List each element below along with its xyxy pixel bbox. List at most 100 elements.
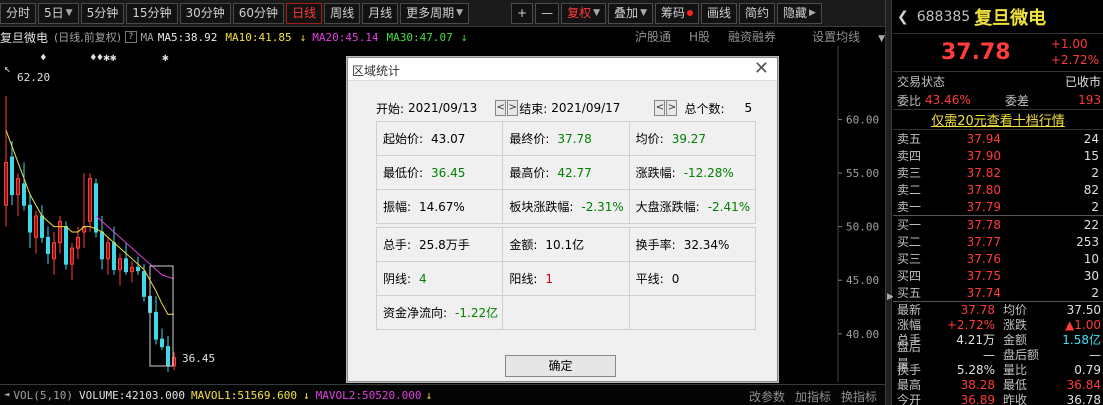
period-button-5min[interactable]: 5分钟 bbox=[80, 2, 125, 24]
stats-label: 金额: bbox=[509, 238, 538, 252]
fuquan-dropdown[interactable]: 复权 ▼ bbox=[561, 2, 607, 24]
zoom-out-button[interactable]: — bbox=[535, 2, 560, 24]
candle-body bbox=[64, 226, 68, 265]
period-button-more[interactable]: 更多周期 ▼ bbox=[400, 2, 470, 24]
volume-indicator-line: ◄ VOL(5,10) VOLUME:42103.000 MAVOL1:5156… bbox=[0, 384, 885, 405]
candle-body bbox=[136, 266, 140, 272]
candle-body bbox=[112, 242, 116, 271]
close-icon[interactable]: ✕ bbox=[754, 58, 769, 80]
asks-row[interactable]: 卖三 37.82 2 bbox=[893, 164, 1103, 181]
asks-row[interactable]: 卖二 37.80 82 bbox=[893, 181, 1103, 198]
period-button-monthly[interactable]: 月线 bbox=[362, 2, 399, 24]
fuquan-label: 复权 bbox=[567, 5, 592, 20]
end-next-button[interactable]: > bbox=[666, 100, 678, 116]
event-marker-icon: ✱ bbox=[162, 51, 169, 64]
candle-body bbox=[22, 183, 26, 206]
add-indicator-link[interactable]: 加指标 bbox=[795, 388, 831, 405]
asks-row[interactable]: 卖一 37.79 2 bbox=[893, 198, 1103, 215]
start-next-button[interactable]: > bbox=[507, 100, 519, 116]
ok-button[interactable]: 确定 bbox=[505, 355, 616, 377]
ma30-value: MA30:47.07 bbox=[386, 30, 453, 44]
bids-row[interactable]: 买二 37.77 253 bbox=[893, 233, 1103, 250]
stats-label: 阴线: bbox=[383, 272, 412, 286]
chouma-button[interactable]: 筹码 bbox=[654, 2, 699, 24]
jianyue-button[interactable]: 简约 bbox=[739, 2, 776, 24]
candle-body bbox=[100, 231, 104, 260]
stat-value: ▲1.00 bbox=[1065, 317, 1101, 332]
asks-level: 卖五 bbox=[897, 132, 922, 146]
chevron-left-icon[interactable]: ❮ bbox=[897, 9, 909, 25]
stats-row: 阴线: 4 阳线: 1 平线: 0 bbox=[375, 261, 757, 296]
collapse-icon[interactable]: ◄ bbox=[4, 390, 9, 400]
huaxian-button[interactable]: 画线 bbox=[701, 2, 738, 24]
yincang-button[interactable]: 隐藏 ▶ bbox=[777, 2, 822, 24]
asks-level: 卖四 bbox=[897, 149, 922, 163]
zoom-in-button[interactable]: + bbox=[511, 2, 534, 24]
period-label: 30分钟 bbox=[185, 5, 225, 20]
weibi-label: 委比 bbox=[897, 93, 922, 108]
arrow-down-icon: ↓ bbox=[460, 30, 468, 44]
period-button-fenshi[interactable]: 分时 bbox=[0, 2, 37, 24]
ma-indicator-line: 复旦微电 (日线,前复权) ? MA MA5:38.92 MA10:41.85 … bbox=[0, 28, 885, 46]
period-button-60min[interactable]: 60分钟 bbox=[232, 2, 285, 24]
margin-link[interactable]: 融资融券 bbox=[728, 28, 776, 45]
period-label: 15分钟 bbox=[132, 5, 172, 20]
candle-body bbox=[10, 156, 14, 196]
stats-row: 最新 37.78 均价 37.50 bbox=[893, 302, 1103, 318]
period-button-daily[interactable]: 日线 bbox=[286, 2, 323, 24]
asks-price: 37.94 bbox=[966, 131, 1001, 146]
ma-settings-link[interactable]: 设置均线 ▼ bbox=[794, 28, 885, 45]
bids-level: 买四 bbox=[897, 269, 922, 283]
period-button-5day[interactable]: 5日 ▼ bbox=[38, 2, 79, 24]
candle-body bbox=[142, 271, 146, 297]
stat-value: 36.84 bbox=[1066, 377, 1101, 392]
price-tick-label: 45.00 bbox=[846, 274, 879, 287]
stats-row: 换手 5.28% 量比 0.79 bbox=[893, 362, 1103, 378]
range-stats-dialog: 区域统计 ✕ 开始: 2021/09/13 < > 结束: 2021/09/17… bbox=[347, 57, 778, 382]
diejia-dropdown[interactable]: 叠加 ▼ bbox=[608, 2, 653, 24]
asks-level: 卖三 bbox=[897, 166, 922, 180]
stats-cell: 振幅: 14.67% bbox=[375, 189, 504, 224]
stat-label: 昨收 bbox=[1003, 393, 1028, 405]
quote-stats: 最新 37.78 均价 37.50 涨幅 +2.72% 涨跌 ▲1.00 总手 4.21万 金额 1.… bbox=[893, 302, 1103, 405]
low-price-marker: 36.45 bbox=[182, 352, 215, 365]
bids-row[interactable]: 买三 37.76 10 bbox=[893, 250, 1103, 267]
end-prev-button[interactable]: < bbox=[654, 100, 666, 116]
bids-price: 37.75 bbox=[966, 268, 1001, 283]
switch-indicator-link[interactable]: 换指标 bbox=[841, 388, 877, 405]
stats-cell: 换手率: 32.34% bbox=[628, 227, 757, 262]
period-button-weekly[interactable]: 周线 bbox=[324, 2, 361, 24]
asks-row[interactable]: 卖四 37.90 15 bbox=[893, 147, 1103, 164]
change-params-link[interactable]: 改参数 bbox=[749, 388, 785, 405]
bids-row[interactable]: 买五 37.74 2 bbox=[893, 284, 1103, 301]
ma5-value: MA5:38.92 bbox=[157, 30, 218, 44]
stats-row: 最高 38.28 最低 36.84 bbox=[893, 377, 1103, 393]
chevron-down-icon: ▼ bbox=[878, 34, 885, 44]
start-prev-button[interactable]: < bbox=[495, 100, 507, 116]
panel-splitter[interactable]: ▶ bbox=[885, 0, 894, 405]
asks-row[interactable]: 卖五 37.94 24 bbox=[893, 130, 1103, 147]
period-button-30min[interactable]: 30分钟 bbox=[179, 2, 231, 24]
hugutong-link[interactable]: 沪股通 bbox=[635, 28, 671, 45]
quote-header: ❮ 688385 复旦微电 bbox=[893, 0, 1103, 34]
period-button-15min[interactable]: 15分钟 bbox=[126, 2, 178, 24]
candle-body bbox=[28, 204, 32, 233]
price-axis: 60.00 55.00 50.00 45.00 40.00 bbox=[846, 114, 879, 341]
stats-cell: 最终价: 37.78 bbox=[502, 121, 630, 156]
stats-value: -1.22亿 bbox=[455, 306, 499, 320]
stats-row: 涨幅 +2.72% 涨跌 ▲1.00 bbox=[893, 317, 1103, 333]
bids-row[interactable]: 买一 37.78 22 bbox=[893, 216, 1103, 233]
mavol1-value: MAVOL1:51569.600 bbox=[191, 388, 297, 402]
bids-price: 37.74 bbox=[966, 285, 1001, 300]
bids-row[interactable]: 买四 37.75 30 bbox=[893, 267, 1103, 284]
stats-row: 起始价: 43.07 最终价: 37.78 均价: 39.27 bbox=[375, 121, 757, 156]
indicator-links: 改参数 加指标 换指标 bbox=[739, 388, 877, 405]
hgu-link[interactable]: H股 bbox=[689, 28, 710, 45]
asks-volume: 82 bbox=[1083, 182, 1099, 197]
help-icon[interactable]: ? bbox=[125, 31, 137, 43]
asks-level: 卖二 bbox=[897, 183, 922, 197]
period-label: 周线 bbox=[330, 5, 355, 20]
stats-value: -2.41% bbox=[707, 200, 751, 214]
huaxian-label: 画线 bbox=[707, 5, 732, 20]
level2-promo-link[interactable]: 仅需20元查看十档行情 bbox=[893, 110, 1103, 130]
